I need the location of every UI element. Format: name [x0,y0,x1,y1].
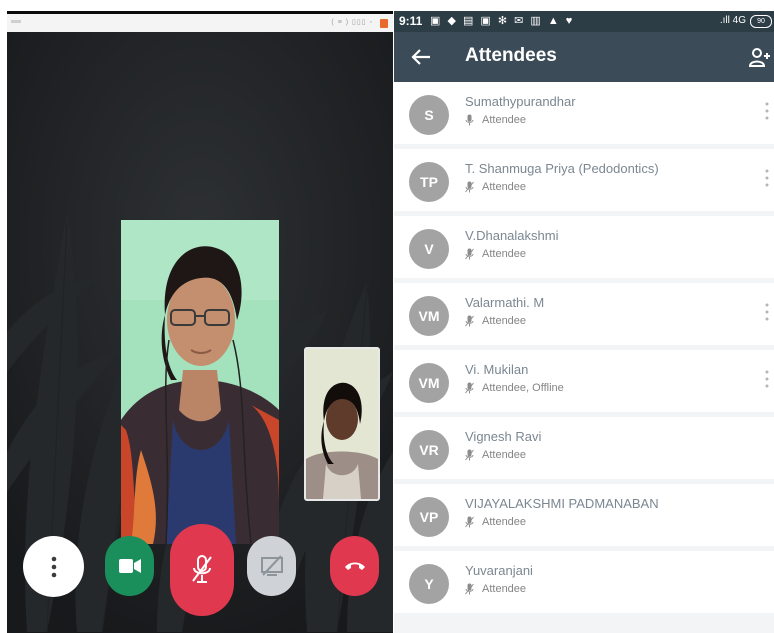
attendee-role: Attendee [482,516,527,528]
more-options-button[interactable] [23,536,84,597]
avatar: VP [409,497,449,537]
mic-off-icon [465,516,474,528]
avatar: VR [409,430,449,470]
attendee-row[interactable]: VR Vignesh Ravi Attendee [394,417,774,479]
attendee-status: Attendee [465,248,526,260]
end-call-button[interactable] [330,536,379,596]
avatar: VM [409,363,449,403]
mute-microphone-button[interactable] [170,524,234,616]
attendees-screen: 9:11 ▣ ◆ ▤ ▣ ✻ ✉ ▥ ▲ ♥ .ıll 4G 90 Attend… [394,11,774,633]
attendee-status: Attendee [465,181,526,193]
avatar: TP [409,162,449,202]
mic-off-icon [465,449,474,461]
attendee-status: Attendee [465,516,526,528]
mic-off-icon [192,555,212,583]
arrow-back-icon[interactable] [408,44,434,70]
mic-off-icon [465,382,474,394]
more-vert-icon[interactable] [763,302,771,322]
attendee-row[interactable]: S Sumathypurandhar Attendee [394,82,774,144]
page-title: Attendees [465,45,557,66]
attendee-name: V.Dhanalakshmi [465,228,559,243]
screen-share-off-icon [260,555,283,576]
attendee-row[interactable]: V V.Dhanalakshmi Attendee [394,216,774,278]
attendee-role: Attendee [482,114,527,126]
camera-toggle-button[interactable] [105,536,154,596]
videocam-icon [118,559,141,573]
network-indicator: .ıll 4G [719,15,746,26]
avatar: V [409,229,449,269]
attendee-status: Attendee [465,449,526,461]
attendee-row[interactable]: TP T. Shanmuga Priya (Pedodontics) Atten… [394,149,774,211]
mic-off-icon [465,248,474,260]
attendee-row[interactable]: VM Valarmathi. M Attendee [394,283,774,345]
attendee-row[interactable]: VM Vi. Mukilan Attendee, Offline [394,350,774,412]
more-vert-icon[interactable] [763,101,771,121]
attendee-row[interactable]: Y Yuvaranjani Attendee [394,551,774,613]
notification-icons: ▣ ◆ ▤ ▣ ✻ ✉ ▥ ▲ ♥ [430,15,575,27]
attendee-status: Attendee [465,583,526,595]
self-preview-video[interactable] [304,347,380,501]
attendee-role: Attendee [482,449,527,461]
attendee-name: VIJAYALAKSHMI PADMANABAN [465,496,659,511]
mic-off-icon [465,181,474,193]
attendee-name: Valarmathi. M [465,295,545,310]
attendee-role: Attendee [482,181,527,193]
attendee-status: Attendee [465,114,526,126]
attendee-role: Attendee [482,583,527,595]
phone-status-bar: 9:11 ▣ ◆ ▤ ▣ ✻ ✉ ▥ ▲ ♥ .ıll 4G 90 [394,11,774,32]
battery-level: 90 [750,15,772,28]
attendee-status: Attendee, Offline [465,382,564,394]
attendee-name: T. Shanmuga Priya (Pedodontics) [465,161,659,176]
call-status-bar: ( ≡ ) ▯▯▯ ◦ [7,14,393,32]
battery-icon [380,19,388,28]
person-add-icon[interactable] [748,45,772,69]
app-bar: Attendees [394,32,774,82]
status-icons: ( ≡ ) ▯▯▯ ◦ [331,19,373,26]
attendee-role: Attendee [482,315,527,327]
attendee-role: Attendee, Offline [482,382,564,394]
video-call-panel: ( ≡ ) ▯▯▯ ◦ [7,11,393,633]
attendee-status: Attendee [465,315,526,327]
more-vert-icon[interactable] [763,168,771,188]
mic-off-icon [465,583,474,595]
mic-icon [465,114,474,126]
avatar: VM [409,296,449,336]
attendee-row[interactable]: VP VIJAYALAKSHMI PADMANABAN Attendee [394,484,774,546]
call-end-icon [344,562,365,570]
more-vert-icon[interactable] [763,369,771,389]
attendee-role: Attendee [482,248,527,260]
screen-share-button[interactable] [247,536,296,596]
attendee-name: Yuvaranjani [465,563,533,578]
attendee-name: Vignesh Ravi [465,429,542,444]
more-vert-icon [51,556,56,577]
remote-participant-video [121,220,279,544]
avatar: Y [409,564,449,604]
avatar: S [409,95,449,135]
mic-off-icon [465,315,474,327]
attendee-name: Sumathypurandhar [465,94,576,109]
status-indicator [11,20,21,23]
status-time: 9:11 [399,14,423,28]
attendee-name: Vi. Mukilan [465,362,529,377]
